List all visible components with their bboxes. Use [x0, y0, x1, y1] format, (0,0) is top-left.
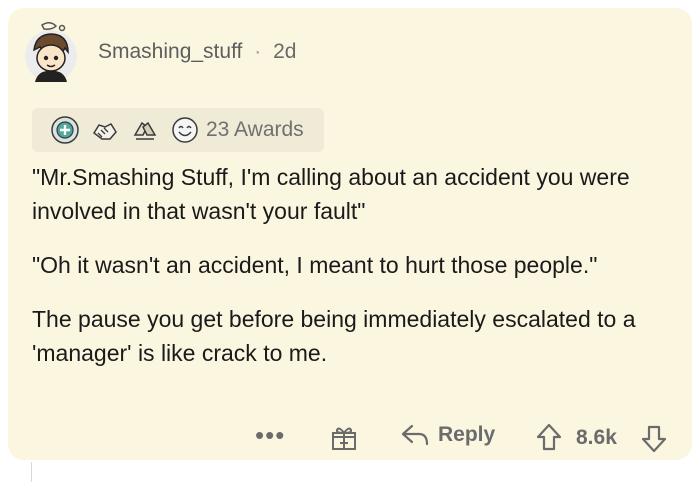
comment-actions: ••• Reply 8.6k: [0, 420, 700, 456]
more-options-button[interactable]: •••: [255, 420, 285, 450]
helpful-award-icon: [51, 116, 79, 144]
downvote-arrow-icon[interactable]: [640, 424, 668, 454]
avatar[interactable]: [22, 20, 80, 84]
hands-award-icon: [133, 121, 157, 140]
vote-score: 8.6k: [576, 426, 617, 449]
wholesome-handshake-icon: [92, 123, 117, 140]
thread-line[interactable]: [31, 462, 32, 482]
comment-age[interactable]: 2d: [273, 40, 296, 63]
comment-meta: Smashing_stuff · 2d: [98, 40, 296, 64]
smile-award-icon: [172, 117, 198, 143]
comment-paragraph: "Mr.Smashing Stuff, I'm calling about an…: [32, 164, 630, 224]
meta-separator: ·: [254, 40, 262, 63]
author-name[interactable]: Smashing_stuff: [98, 40, 242, 63]
comment-paragraph: The pause you get before being immediate…: [32, 306, 636, 366]
reply-label: Reply: [438, 423, 496, 446]
awards-bar[interactable]: 23 Awards: [32, 108, 324, 152]
upvote-arrow-icon[interactable]: [535, 422, 563, 452]
reply-button[interactable]: Reply: [400, 422, 495, 448]
comment-paragraph: "Oh it wasn't an accident, I meant to hu…: [32, 252, 598, 278]
reply-arrow-icon: [401, 424, 429, 446]
gift-award-icon[interactable]: [330, 424, 358, 452]
awards-count: 23 Awards: [206, 118, 304, 141]
comment-body: "Mr.Smashing Stuff, I'm calling about an…: [32, 160, 672, 390]
